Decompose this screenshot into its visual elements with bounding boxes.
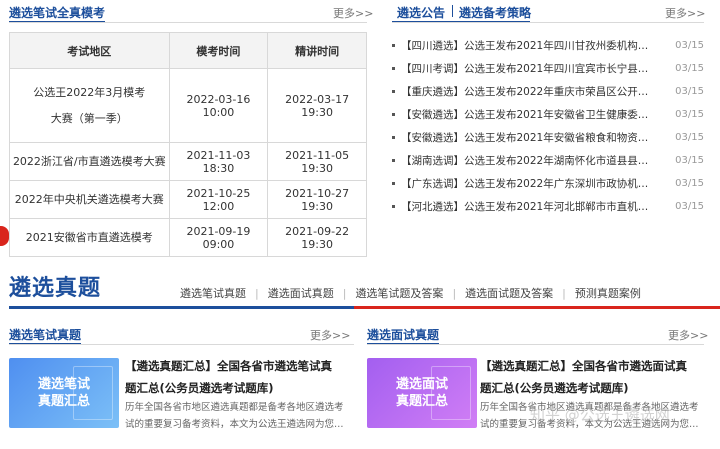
mock-time: 2022-03-16 10:00 [168,68,269,143]
written-card-title-1[interactable]: 【遴选真题汇总】全国各省市遴选笔试真 [125,355,360,377]
nav-written-real[interactable]: 遴选笔试真题 [180,285,246,301]
exam-header-divider [9,22,367,23]
interview-section-title[interactable]: 遴选面试真题 [367,326,439,343]
exam-name[interactable]: 2021安徽省市直遴选模考 [9,218,170,257]
list-item[interactable]: 【湖南选调】公选王发布2022年湖南怀化市道县县… 03/15 [392,149,704,172]
banner-bar-red [354,306,720,309]
bullet-icon [392,67,395,70]
mock-time: 2021-09-19 09:00 [168,218,269,257]
interview-card-title-1[interactable]: 【遴选真题汇总】全国各省市遴选面试真 [480,355,715,377]
mock-time: 2021-10-25 12:00 [168,180,269,219]
written-thumb-text: 遴选笔试 真题汇总 [9,376,119,410]
interview-card-title-2[interactable]: 题汇总(公务员遴选考试题库) [480,377,715,399]
list-item[interactable]: 【河北遴选】公选王发布2021年河北邯郸市市直机… 03/15 [392,195,704,218]
bullet-icon [392,44,395,47]
lecture-time: 2021-11-05 19:30 [267,142,367,181]
table-row[interactable]: 公选王2022年3月模考大赛（第一季） 2022-03-16 10:00 202… [9,68,367,143]
news-title[interactable]: 【河北遴选】公选王发布2021年河北邯郸市市直机… [401,199,660,214]
written-thumb-line1: 遴选笔试 [37,377,90,392]
header-mock-time: 模考时间 [168,32,269,69]
exam-table: 考试地区 模考时间 精讲时间 公选王2022年3月模考大赛（第一季） 2022-… [9,32,367,257]
news-date: 03/15 [675,40,704,51]
exam-name[interactable]: 公选王2022年3月模考大赛（第一季） [9,68,170,143]
news-title[interactable]: 【安徽遴选】公选王发布2021年安徽省卫生健康委… [401,107,660,122]
written-card-title-2[interactable]: 题汇总(公务员遴选考试题库) [125,377,360,399]
nav-separator: | [255,286,259,300]
exam-more-link[interactable]: 更多>> [333,5,373,21]
exam-name[interactable]: 2022浙江省/市直遴选模考大赛 [9,142,170,181]
written-card-desc-1: 历年全国各省市地区遴选真题都是备考各地区遴选考 [125,402,344,413]
written-card-desc-2: 试的重要复习备考资料，本文为公选王遴选网为您… [125,419,344,430]
table-row[interactable]: 2022年中央机关遴选模考大赛 2021-10-25 12:00 2021-10… [9,180,367,219]
news-header-divider [392,22,704,23]
exam-section-title[interactable]: 遴选笔试全真模考 [9,4,105,21]
list-item[interactable]: 【重庆遴选】公选王发布2022年重庆市荣昌区公开… 03/15 [392,80,704,103]
news-title[interactable]: 【四川考调】公选王发布2021年四川宜宾市长宁县… [401,61,660,76]
exam-name[interactable]: 2022年中央机关遴选模考大赛 [9,180,170,219]
written-header-divider [9,344,354,345]
nav-interview-real[interactable]: 遴选面试真题 [268,285,334,301]
interview-more-link[interactable]: 更多>> [668,327,708,343]
bullet-icon [392,113,395,116]
bullet-icon [392,136,395,139]
tab-separator [452,5,453,17]
interview-thumb-text: 遴选面试 真题汇总 [367,376,477,410]
bullet-icon [392,182,395,185]
news-title[interactable]: 【重庆遴选】公选王发布2022年重庆市荣昌区公开… [401,84,660,99]
bullet-icon [392,90,395,93]
watermark-text: 知乎 @公选王遴选网 [530,406,670,424]
side-marker [0,226,9,246]
interview-thumb-line1: 遴选面试 [395,377,448,392]
news-date: 03/15 [675,63,704,74]
header-region: 考试地区 [9,32,170,69]
list-item[interactable]: 【四川遴选】公选王发布2021年四川甘孜州委机构… 03/15 [392,34,704,57]
news-more-link[interactable]: 更多>> [665,5,705,21]
written-more-link[interactable]: 更多>> [310,327,350,343]
news-date: 03/15 [675,109,704,120]
tab-announcements[interactable]: 遴选公告 [397,4,445,21]
lecture-time: 2022-03-17 19:30 [267,68,367,143]
nav-separator: | [562,286,566,300]
nav-separator: | [452,286,457,300]
list-item[interactable]: 【安徽遴选】公选王发布2021年安徽省卫生健康委… 03/15 [392,103,704,126]
banner-bar-blue [9,306,354,309]
nav-predicted-cases[interactable]: 预测真题案例 [575,285,641,301]
table-row[interactable]: 2021安徽省市直遴选模考 2021-09-19 09:00 2021-09-2… [9,218,367,257]
exam-table-header: 考试地区 模考时间 精讲时间 [9,32,367,69]
bullet-icon [392,205,395,208]
news-title[interactable]: 【广东选调】公选王发布2022年广东深圳市政协机… [401,176,660,191]
written-card-body[interactable]: 【遴选真题汇总】全国各省市遴选笔试真 题汇总(公务员遴选考试题库) 历年全国各省… [125,355,360,433]
mock-time: 2021-11-03 18:30 [168,142,269,181]
real-questions-nav: 遴选笔试真题 | 遴选面试真题 | 遴选笔试题及答案 | 遴选面试题及答案 | … [180,285,641,301]
news-title[interactable]: 【湖南选调】公选王发布2022年湖南怀化市道县县… [401,153,660,168]
tab-strategy[interactable]: 遴选备考策略 [459,4,531,21]
news-date: 03/15 [675,201,704,212]
nav-interview-answers[interactable]: 遴选面试题及答案 [465,285,553,301]
news-date: 03/15 [675,178,704,189]
list-item[interactable]: 【广东选调】公选王发布2022年广东深圳市政协机… 03/15 [392,172,704,195]
written-section-title[interactable]: 遴选笔试真题 [9,326,81,343]
news-title[interactable]: 【四川遴选】公选王发布2021年四川甘孜州委机构… [401,38,660,53]
news-date: 03/15 [675,132,704,143]
nav-written-answers[interactable]: 遴选笔试题及答案 [355,285,443,301]
written-thumb-line2: 真题汇总 [37,394,90,409]
table-row[interactable]: 2022浙江省/市直遴选模考大赛 2021-11-03 18:30 2021-1… [9,142,367,181]
list-item[interactable]: 【安徽遴选】公选王发布2021年安徽省粮食和物资… 03/15 [392,126,704,149]
interview-thumb-line2: 真题汇总 [395,394,448,409]
news-date: 03/15 [675,86,704,97]
news-title[interactable]: 【安徽遴选】公选王发布2021年安徽省粮食和物资… [401,130,660,145]
list-item[interactable]: 【四川考调】公选王发布2021年四川宜宾市长宁县… 03/15 [392,57,704,80]
written-thumbnail[interactable]: 遴选笔试 真题汇总 [9,358,119,428]
bullet-icon [392,159,395,162]
news-date: 03/15 [675,155,704,166]
nav-separator: | [342,286,347,300]
header-lecture-time: 精讲时间 [267,32,367,69]
lecture-time: 2021-09-22 19:30 [267,218,367,257]
interview-header-divider [367,344,704,345]
lecture-time: 2021-10-27 19:30 [267,180,367,219]
interview-thumbnail[interactable]: 遴选面试 真题汇总 [367,358,477,428]
real-questions-title: 遴选真题 [9,276,102,301]
